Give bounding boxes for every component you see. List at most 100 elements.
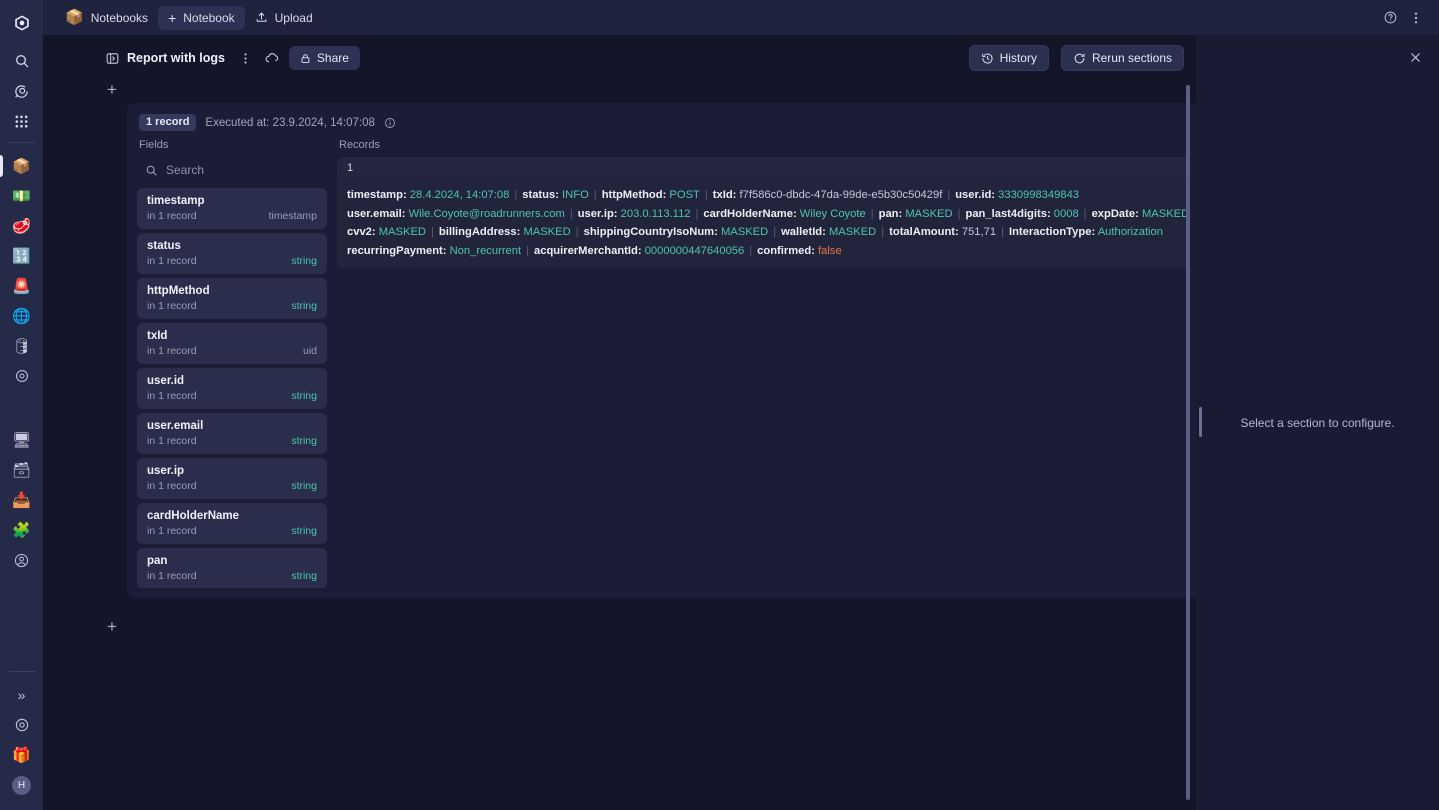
record-value[interactable]: f7f586c0-dbdc-47da-99de-e5b30c50429f: [740, 189, 943, 201]
help-icon[interactable]: [1377, 5, 1403, 31]
sidebar-item-alerts[interactable]: 🚨: [7, 271, 37, 301]
search-icon[interactable]: [7, 46, 37, 76]
whats-new-icon[interactable]: 🎁: [7, 740, 37, 770]
history-button[interactable]: History: [968, 45, 1049, 71]
add-section-bottom-button[interactable]: +: [103, 617, 121, 635]
record-value[interactable]: 0008: [1054, 208, 1079, 220]
field-subrow: in 1 record string: [147, 570, 317, 582]
config-panel: Select a section to configure.: [1196, 35, 1439, 810]
share-button[interactable]: Share: [288, 46, 360, 70]
record-key: cvv2:: [347, 226, 376, 238]
record-value[interactable]: INFO: [562, 189, 589, 201]
help-circle-icon[interactable]: [7, 710, 37, 740]
field-subrow: in 1 record timestamp: [147, 210, 317, 222]
metrics-icon: 🔢: [12, 247, 31, 265]
field-item[interactable]: user.id in 1 record string: [137, 368, 327, 409]
field-name: pan: [147, 555, 168, 567]
sidebar-item-metrics[interactable]: 🔢: [7, 241, 37, 271]
field-item[interactable]: cardHolderName in 1 record string: [137, 503, 327, 544]
sidebar-item-kubernetes[interactable]: 🧩: [7, 515, 37, 545]
document-more-icon[interactable]: [235, 47, 257, 69]
cloud-sync-icon[interactable]: [261, 47, 283, 69]
field-record-count: in 1 record: [147, 570, 197, 582]
field-type: uid: [302, 345, 317, 357]
record-value[interactable]: 0000000447640056: [645, 245, 745, 257]
field-item[interactable]: user.ip in 1 record string: [137, 458, 327, 499]
sidebar-item-notebooks[interactable]: 📦: [7, 151, 37, 181]
storage-icon: 🗃: [11, 461, 32, 479]
rerun-sections-button[interactable]: Rerun sections: [1060, 45, 1184, 71]
add-section-row-bottom: +: [43, 612, 1196, 640]
avatar[interactable]: H: [7, 770, 37, 800]
field-name: user.email: [147, 420, 204, 432]
sidebar-item-dashboards[interactable]: 💵: [7, 181, 37, 211]
record-value[interactable]: 28.4.2024, 14:07:08: [410, 189, 510, 201]
record-value[interactable]: MASKED: [1142, 208, 1189, 220]
sidebar-item-storage[interactable]: 🗃: [7, 455, 37, 485]
field-record-count: in 1 record: [147, 300, 197, 312]
apps-grid-icon[interactable]: [7, 106, 37, 136]
field-record-count: in 1 record: [147, 525, 197, 537]
record-value[interactable]: 3330998349843: [998, 189, 1079, 201]
sidebar-item-pipelines[interactable]: 📥: [7, 485, 37, 515]
record-key: httpMethod:: [601, 189, 667, 201]
toggle-outline-icon[interactable]: [101, 47, 123, 69]
logo-icon[interactable]: [7, 8, 37, 38]
alerts-icon: 🚨: [12, 277, 31, 295]
sidebar-item-logs[interactable]: 🥩: [7, 211, 37, 241]
close-icon[interactable]: [1405, 47, 1425, 67]
field-record-count: in 1 record: [147, 255, 197, 267]
record-key: user.id:: [955, 189, 996, 201]
assistant-icon[interactable]: [7, 76, 37, 106]
field-item[interactable]: timestamp in 1 record timestamp: [137, 188, 327, 229]
field-name: user.ip: [147, 465, 185, 477]
field-item[interactable]: status in 1 record string: [137, 233, 327, 274]
sidebar-item-settings[interactable]: [7, 361, 37, 391]
info-icon[interactable]: [384, 117, 396, 129]
sidebar-item-account[interactable]: [7, 545, 37, 575]
records-body[interactable]: timestamp: 28.4.2024, 14:07:08 | status: I…: [337, 180, 1190, 268]
panel-resize-handle[interactable]: [1199, 407, 1202, 437]
field-type: string: [291, 300, 317, 312]
document-scrollbar[interactable]: [1186, 85, 1190, 800]
record-value[interactable]: POST: [669, 189, 699, 201]
field-item[interactable]: txId in 1 record uid: [137, 323, 327, 364]
expand-sidebar-icon[interactable]: »: [7, 680, 37, 710]
sidebar-item-databases[interactable]: 🛢: [7, 331, 37, 361]
record-value[interactable]: false: [818, 245, 842, 257]
field-item[interactable]: user.email in 1 record string: [137, 413, 327, 454]
record-key: expDate:: [1091, 207, 1139, 220]
field-separator: |: [1083, 207, 1087, 220]
record-value[interactable]: 203.0.113.112: [621, 208, 691, 220]
sidebar-item-traces[interactable]: 🌐: [7, 301, 37, 331]
record-value[interactable]: MASKED: [721, 226, 768, 238]
tab-notebooks-label: Notebooks: [90, 10, 149, 25]
fields-search-input[interactable]: [166, 163, 319, 177]
share-label: Share: [316, 51, 349, 65]
sidebar-item-monitoring[interactable]: 🖥: [7, 425, 37, 455]
field-item[interactable]: pan in 1 record string: [137, 548, 327, 588]
record-value[interactable]: MASKED: [829, 226, 876, 238]
record-value[interactable]: MASKED: [379, 226, 426, 238]
record-value[interactable]: MASKED: [905, 208, 952, 220]
field-separator: |: [526, 244, 530, 257]
add-section-top-button[interactable]: +: [103, 80, 121, 98]
record-value[interactable]: Authorization: [1098, 226, 1163, 238]
upload-button[interactable]: Upload: [245, 6, 323, 30]
record-value[interactable]: 751,71: [962, 226, 996, 238]
tab-notebooks[interactable]: 📦 Notebooks: [55, 6, 158, 30]
field-name: txId: [147, 330, 168, 342]
field-item[interactable]: httpMethod in 1 record string: [137, 278, 327, 319]
new-notebook-button[interactable]: + Notebook: [158, 5, 245, 30]
field-separator: |: [881, 226, 885, 238]
record-value[interactable]: Wiley Coyote: [800, 208, 866, 220]
more-options-icon[interactable]: [1403, 5, 1429, 31]
document-column: Report with logs Share History Rerun sec…: [43, 35, 1196, 810]
records-row-number: 1: [337, 157, 1190, 180]
record-value[interactable]: Wile.Coyote@roadrunners.com: [409, 208, 565, 220]
field-name: status: [147, 240, 181, 252]
record-value[interactable]: MASKED: [523, 226, 570, 238]
section-grid: Fields ti: [137, 139, 1190, 588]
record-value[interactable]: Non_recurrent: [450, 245, 522, 257]
field-separator: |: [514, 189, 518, 201]
